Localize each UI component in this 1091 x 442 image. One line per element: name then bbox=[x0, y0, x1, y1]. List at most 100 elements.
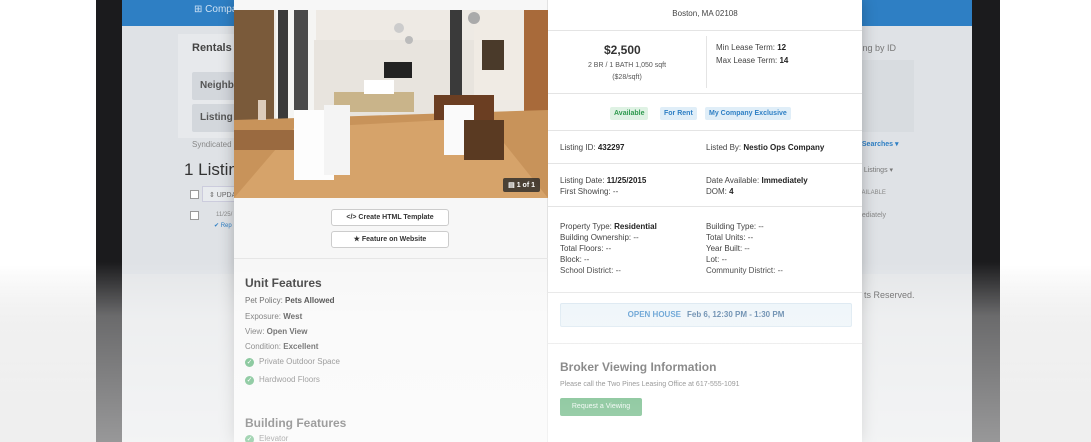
max-lease-term: Max Lease Term: 14 bbox=[716, 56, 788, 65]
min-lease-label: Min Lease Term: bbox=[716, 43, 775, 52]
feature-on-website-button[interactable]: ★ Feature on Website bbox=[331, 231, 449, 248]
create-html-template-button[interactable]: </> Create HTML Template bbox=[331, 209, 449, 226]
min-lease-term: Min Lease Term: 12 bbox=[716, 43, 786, 52]
property-details-right: Building Type: -- Total Units: -- Year B… bbox=[706, 221, 783, 276]
dom-field: DOM: 4 bbox=[706, 186, 734, 197]
max-lease-value: 14 bbox=[779, 56, 789, 65]
broker-viewing-title: Broker Viewing Information bbox=[560, 360, 717, 374]
date-available-label: Date Available: bbox=[706, 176, 760, 185]
feature-elevator: ✓ Elevator bbox=[245, 434, 288, 442]
lot-field: Lot: -- bbox=[706, 255, 727, 264]
check-icon: ✓ bbox=[245, 376, 254, 385]
row-checkbox[interactable] bbox=[190, 211, 199, 220]
feature-label: Elevator bbox=[259, 434, 289, 442]
exposure-field: Exposure: West bbox=[245, 312, 302, 321]
rentals-title: Rentals bbox=[192, 42, 232, 54]
property-type-field: Property Type: Residential bbox=[560, 221, 657, 232]
listing-price: $2,500 bbox=[604, 43, 641, 57]
open-house-banner: OPEN HOUSE Feb 6, 12:30 PM - 1:30 PM bbox=[560, 303, 852, 327]
view-label: View: bbox=[245, 327, 265, 336]
monitor-bezel-right bbox=[972, 0, 1000, 442]
monitor-bezel-left bbox=[96, 0, 122, 442]
view-field: View: Open View bbox=[245, 327, 307, 336]
block-field: Block: -- bbox=[560, 255, 590, 264]
photo-counter: ▤ 1 of 1 bbox=[503, 178, 540, 192]
community-district-field: Community District: -- bbox=[706, 266, 783, 275]
condition-value: Excellent bbox=[283, 342, 319, 351]
unit-details: 2 BR / 1 BATH 1,050 sqft bbox=[587, 62, 667, 69]
status-badge-exclusive: My Company Exclusive bbox=[705, 107, 791, 120]
feature-private-outdoor: ✓ Private Outdoor Space bbox=[245, 357, 340, 367]
property-type-value: Residential bbox=[614, 222, 657, 231]
exposure-label: Exposure: bbox=[245, 312, 282, 321]
max-lease-label: Max Lease Term: bbox=[716, 56, 778, 65]
first-showing-value: -- bbox=[612, 187, 619, 196]
feature-hardwood-floors: ✓ Hardwood Floors bbox=[245, 375, 320, 385]
first-showing-field: First Showing: -- bbox=[560, 186, 618, 197]
listing-id-value: 432297 bbox=[597, 143, 625, 152]
feature-label: Private Outdoor Space bbox=[259, 357, 340, 366]
sort-by-id-label: ting by ID bbox=[858, 43, 897, 53]
available-column-header: VAILABLE bbox=[858, 190, 886, 196]
modal-right-column: Boston, MA 02108 $2,500 2 BR / 1 BATH 1,… bbox=[548, 0, 862, 442]
listing-id-label: Listing ID: bbox=[560, 143, 596, 152]
min-lease-value: 12 bbox=[777, 43, 787, 52]
status-badge-for-rent: For Rent bbox=[660, 107, 697, 120]
check-icon: ✓ bbox=[245, 435, 254, 442]
check-icon: ✓ bbox=[245, 358, 254, 367]
date-available-field: Date Available: Immediately bbox=[706, 175, 808, 186]
divider bbox=[548, 292, 862, 293]
pet-policy-label: Pet Policy: bbox=[245, 296, 283, 305]
divider bbox=[548, 343, 862, 344]
listed-by-value: Nestio Ops Company bbox=[743, 143, 825, 152]
listed-by-label: Listed By: bbox=[706, 143, 742, 152]
listing-id-field: Listing ID: 432297 bbox=[560, 142, 625, 153]
unit-features-title: Unit Features bbox=[245, 276, 322, 290]
feature-label: Hardwood Floors bbox=[259, 375, 320, 384]
divider bbox=[706, 36, 707, 88]
price-per-sqft: ($28/sqft) bbox=[612, 74, 642, 81]
school-district-field: School District: -- bbox=[560, 266, 621, 275]
request-viewing-button[interactable]: Request a Viewing bbox=[560, 398, 642, 416]
total-units-field: Total Units: -- bbox=[706, 233, 754, 242]
divider bbox=[234, 258, 548, 259]
listing-detail-modal: ▤ 1 of 1 </> Create HTML Template ★ Feat… bbox=[234, 0, 862, 442]
select-all-checkbox[interactable] bbox=[190, 190, 199, 199]
divider bbox=[548, 163, 862, 164]
row-report-badge: ✔ Rep bbox=[214, 223, 232, 229]
exposure-value: West bbox=[283, 312, 303, 321]
dom-label: DOM: bbox=[706, 187, 727, 196]
property-details-left: Property Type: Residential Building Owne… bbox=[560, 221, 657, 276]
listing-date-label: Listing Date: bbox=[560, 176, 605, 185]
broker-viewing-text: Please call the Two Pines Leasing Office… bbox=[560, 381, 740, 388]
listings-dropdown[interactable]: d Listings ▾ bbox=[858, 166, 893, 174]
divider bbox=[548, 130, 862, 131]
saved-searches-dropdown[interactable]: l Searches ▾ bbox=[858, 140, 898, 148]
building-ownership-field: Building Ownership: -- bbox=[560, 233, 639, 242]
listing-address: Boston, MA 02108 bbox=[672, 9, 738, 18]
available-cell: nediately bbox=[858, 212, 887, 219]
condition-field: Condition: Excellent bbox=[245, 342, 318, 351]
listing-date-field: Listing Date: 11/25/2015 bbox=[560, 175, 646, 186]
building-type-field: Building Type: -- bbox=[706, 222, 764, 231]
listings-count: 1 Listin bbox=[184, 160, 238, 179]
pet-policy-field: Pet Policy: Pets Allowed bbox=[245, 296, 335, 305]
date-available-value: Immediately bbox=[761, 176, 808, 185]
condition-label: Condition: bbox=[245, 342, 282, 351]
status-badge-available: Available bbox=[610, 107, 649, 120]
price-details: 2 BR / 1 BATH 1,050 sqft ($28/sqft) bbox=[572, 60, 682, 84]
divider bbox=[548, 206, 862, 207]
year-built-field: Year Built: -- bbox=[706, 244, 750, 253]
living-room-image bbox=[234, 10, 548, 198]
first-showing-label: First Showing: bbox=[560, 187, 611, 196]
company-menu[interactable]: ⊞ Compa bbox=[194, 4, 237, 15]
updated-column-header[interactable]: ⇕ UPDA bbox=[209, 191, 236, 199]
footer-copyright: ts Reserved. bbox=[864, 290, 915, 300]
dom-value: 4 bbox=[729, 187, 734, 196]
view-value: Open View bbox=[266, 327, 308, 336]
pet-policy-value: Pets Allowed bbox=[285, 296, 335, 305]
listing-photo[interactable]: ▤ 1 of 1 bbox=[234, 10, 548, 198]
modal-left-column: ▤ 1 of 1 </> Create HTML Template ★ Feat… bbox=[234, 0, 548, 442]
total-floors-field: Total Floors: -- bbox=[560, 244, 612, 253]
listed-by-field: Listed By: Nestio Ops Company bbox=[706, 142, 824, 153]
